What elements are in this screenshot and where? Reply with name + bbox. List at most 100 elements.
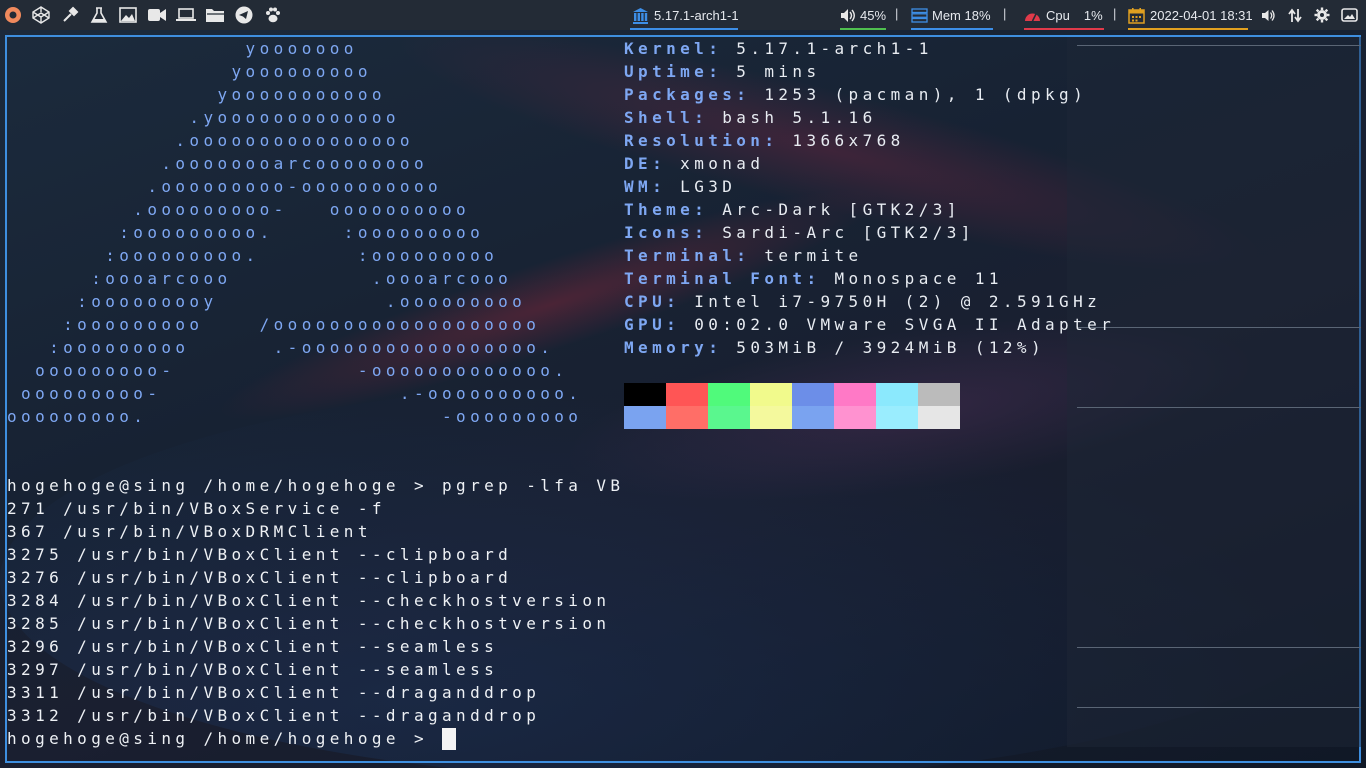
kernel-widget[interactable]: 5.17.1-arch1-1 [630,0,739,30]
output-line: 3275 /usr/bin/VBoxClient --clipboard [7,545,513,564]
cpu-underline [1024,28,1104,30]
info-key: Uptime [624,62,709,81]
logo-line: .ooooooooo- oooooooooo [7,200,471,219]
logo-line: .oooooooarcoooooooo [7,154,428,173]
info-key: CPU [624,292,667,311]
info-row: DE: xmonad [624,154,765,173]
palette-swatch [750,383,792,406]
info-value: 503MiB / 3924MiB (12%) [736,338,1046,357]
logo-line: :ooooooooy .ooooooooo [7,292,527,311]
info-value: termite [764,246,863,265]
divider [1077,45,1361,46]
color-picker-icon[interactable] [60,5,80,25]
divider [1077,647,1361,648]
codepen-icon[interactable] [31,5,51,25]
info-key: Packages [624,85,737,104]
info-row: Packages: 1253 (pacman), 1 (dpkg) [624,85,1088,104]
volume-widget[interactable]: 45% [840,0,886,30]
prompt-line[interactable]: hogehoge@sing /home/hogehoge > [7,727,442,750]
speaker-icon[interactable] [1258,5,1278,25]
info-row: GPU: 00:02.0 VMware SVGA II Adapter [624,315,1116,334]
paw-icon[interactable] [263,5,283,25]
top-panel: 5.17.1-arch1-1 45% | Mem 18% | Cpu 1% | … [0,0,1366,30]
palette-swatch [834,406,876,429]
info-row: CPU: Intel i7-9750H (2) @ 2.591GHz [624,292,1102,311]
logo-line: yooooooooooo [7,85,386,104]
terminal-side-shade [1067,37,1361,747]
output-line: 3296 /usr/bin/VBoxClient --seamless [7,637,499,656]
cpu-widget[interactable]: Cpu 1% [1024,0,1104,30]
clock-widget[interactable]: 2022-04-01 18:31 [1128,0,1253,30]
info-key: Terminal [624,246,737,265]
image-icon[interactable] [118,5,138,25]
separator: | [1003,6,1007,21]
palette-swatch [708,383,750,406]
logo-line: :ooooooooo. :ooooooooo [7,246,499,265]
divider [1077,707,1361,708]
text-cursor [442,728,456,750]
info-value: xmonad [680,154,765,173]
info-value: 1253 (pacman), 1 (dpkg) [764,85,1088,104]
gauge-icon [1024,9,1041,22]
logo-line: .ooooooooo-oooooooooo [7,177,443,196]
info-value: Arc-Dark [GTK2/3] [722,200,961,219]
logo-line: ooooooooo- -ooooooooooooo. [7,361,569,380]
info-value: Sardi-Arc [GTK2/3] [722,223,975,242]
palette-swatch [876,406,918,429]
output-line: 3285 /usr/bin/VBoxClient --checkhostvers… [7,614,611,633]
flask-icon[interactable] [89,5,109,25]
info-key: GPU [624,315,667,334]
logo-line: yooooooo [7,39,358,58]
info-key: Kernel [624,39,709,58]
palette-swatch [834,383,876,406]
info-key: Icons [624,223,695,242]
info-key: Memory [624,338,709,357]
info-value: 5.17.1-arch1-1 [736,39,933,58]
volume-label: 45% [860,7,887,23]
palette-swatch [918,383,960,406]
app-menu-icon[interactable] [2,5,24,25]
divider [1077,407,1361,408]
logo-line: ooooooooo- .-oooooooooo. [7,384,583,403]
info-key: Terminal Font [624,269,807,288]
output-line: 271 /usr/bin/VBoxService -f [7,499,386,518]
separator: | [895,6,899,21]
settings-icon[interactable] [1312,5,1332,25]
info-row: Terminal: termite [624,246,863,265]
output-line: 3312 /usr/bin/VBoxClient --draganddrop [7,706,541,725]
info-value: 1366x768 [792,131,905,150]
logo-line: :ooooooooo. :ooooooooo [7,223,485,242]
kernel-underline [630,28,738,30]
info-value: LG3D [680,177,737,196]
logo-line: ooooooooo. -ooooooooo [7,407,583,426]
info-row: Terminal Font: Monospace 11 [624,269,1003,288]
command-line: hogehoge@sing /home/hogehoge > pgrep -lf… [7,476,625,495]
info-row: Theme: Arc-Dark [GTK2/3] [624,200,961,219]
terminal-window[interactable]: yooooooo yooooooooo yooooooooooo .yooooo… [5,35,1361,763]
info-row: Kernel: 5.17.1-arch1-1 [624,39,933,58]
video-icon[interactable] [147,5,167,25]
palette-swatch [792,406,834,429]
info-row: Uptime: 5 mins [624,62,821,81]
calendar-icon [1128,7,1145,24]
info-value: 00:02.0 VMware SVGA II Adapter [694,315,1116,334]
telegram-icon[interactable] [234,5,254,25]
palette-swatch [624,383,666,406]
bank-icon [632,7,649,24]
palette-swatch [666,383,708,406]
folder-icon[interactable] [205,5,225,25]
memory-widget[interactable]: Mem 18% [911,0,993,30]
separator: | [1113,6,1117,21]
info-key: WM [624,177,653,196]
memory-label: Mem 18% [932,7,991,23]
info-value: bash 5.1.16 [722,108,877,127]
screenshot-icon[interactable] [1339,5,1359,25]
info-row: WM: LG3D [624,177,737,196]
output-line: 3284 /usr/bin/VBoxClient --checkhostvers… [7,591,611,610]
palette-swatch [918,406,960,429]
network-icon[interactable] [1285,5,1305,25]
palette-swatch [750,406,792,429]
laptop-icon[interactable] [176,5,196,25]
palette-swatch [876,383,918,406]
memory-underline [911,28,993,30]
